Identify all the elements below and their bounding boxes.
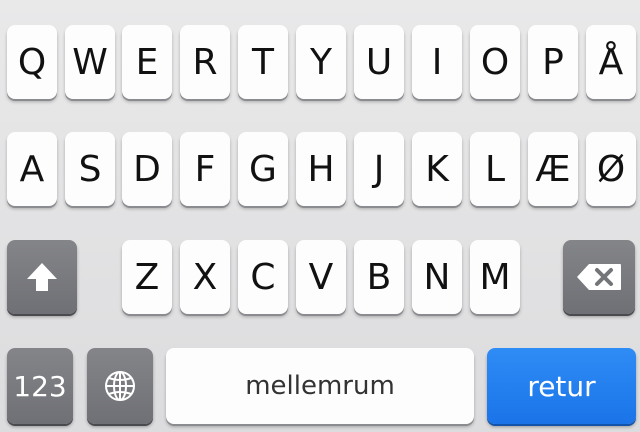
key-j[interactable]: J: [354, 132, 404, 206]
key-label: L: [484, 148, 506, 190]
key-l[interactable]: L: [470, 132, 520, 206]
backspace-key[interactable]: [563, 240, 635, 314]
key-c[interactable]: C: [238, 240, 288, 314]
key-label: J: [373, 148, 385, 190]
key-i[interactable]: I: [412, 25, 462, 99]
key-f[interactable]: F: [180, 132, 230, 206]
key-label: C: [250, 256, 276, 298]
key-label: V: [308, 256, 334, 298]
numbers-key[interactable]: 123: [7, 348, 73, 424]
keyboard-row-3: Z X C V B N M: [0, 240, 640, 316]
key-label: M: [479, 256, 511, 298]
keyboard-row-1: Q W E R T Y U I O P Å: [0, 25, 640, 101]
key-k[interactable]: K: [412, 132, 462, 206]
numbers-key-label: 123: [13, 369, 67, 403]
key-v[interactable]: V: [296, 240, 346, 314]
key-s[interactable]: S: [65, 132, 115, 206]
keyboard-row-2: A S D F G H J K L Æ Ø: [0, 132, 640, 208]
key-y[interactable]: Y: [296, 25, 346, 99]
key-label: Æ: [535, 148, 571, 190]
globe-icon: [105, 371, 135, 401]
key-r[interactable]: R: [180, 25, 230, 99]
key-u[interactable]: U: [354, 25, 404, 99]
key-aa[interactable]: Å: [586, 25, 636, 99]
key-x[interactable]: X: [180, 240, 230, 314]
key-label: N: [423, 256, 451, 298]
key-label: X: [192, 256, 218, 298]
keyboard: Q W E R T Y U I O P Å A S D F G H J K L …: [0, 0, 640, 432]
key-label: Y: [310, 41, 332, 83]
key-label: O: [480, 41, 510, 83]
key-label: H: [307, 148, 335, 190]
key-w[interactable]: W: [65, 25, 115, 99]
key-a[interactable]: A: [7, 132, 57, 206]
return-key-label: retur: [527, 369, 596, 403]
key-oe[interactable]: Ø: [586, 132, 636, 206]
key-p[interactable]: P: [528, 25, 578, 99]
key-label: U: [365, 41, 393, 83]
key-label: E: [135, 41, 159, 83]
key-d[interactable]: D: [122, 132, 172, 206]
shift-arrow-icon: [27, 263, 57, 291]
key-label: D: [133, 148, 161, 190]
key-e[interactable]: E: [122, 25, 172, 99]
key-label: Ø: [596, 148, 626, 190]
key-label: Å: [598, 41, 624, 83]
key-label: P: [542, 41, 564, 83]
key-h[interactable]: H: [296, 132, 346, 206]
space-key-label: mellemrum: [245, 371, 395, 401]
key-label: T: [252, 41, 274, 83]
key-q[interactable]: Q: [7, 25, 57, 99]
key-g[interactable]: G: [238, 132, 288, 206]
key-label: B: [366, 256, 392, 298]
key-label: G: [249, 148, 277, 190]
key-label: A: [19, 148, 45, 190]
key-label: F: [194, 148, 216, 190]
backspace-icon: [577, 264, 621, 290]
space-key[interactable]: mellemrum: [166, 348, 474, 424]
key-label: I: [431, 41, 443, 83]
key-ae[interactable]: Æ: [528, 132, 578, 206]
key-label: W: [72, 41, 108, 83]
key-b[interactable]: B: [354, 240, 404, 314]
keyboard-row-4: 123 mellemrum retur: [0, 348, 640, 426]
key-label: S: [78, 148, 102, 190]
return-key[interactable]: retur: [487, 348, 636, 424]
key-label: R: [192, 41, 218, 83]
key-label: K: [425, 148, 449, 190]
key-m[interactable]: M: [470, 240, 520, 314]
key-label: Z: [134, 256, 160, 298]
globe-key[interactable]: [87, 348, 153, 424]
key-z[interactable]: Z: [122, 240, 172, 314]
shift-key[interactable]: [7, 240, 77, 314]
key-o[interactable]: O: [470, 25, 520, 99]
key-n[interactable]: N: [412, 240, 462, 314]
key-t[interactable]: T: [238, 25, 288, 99]
key-label: Q: [17, 41, 47, 83]
